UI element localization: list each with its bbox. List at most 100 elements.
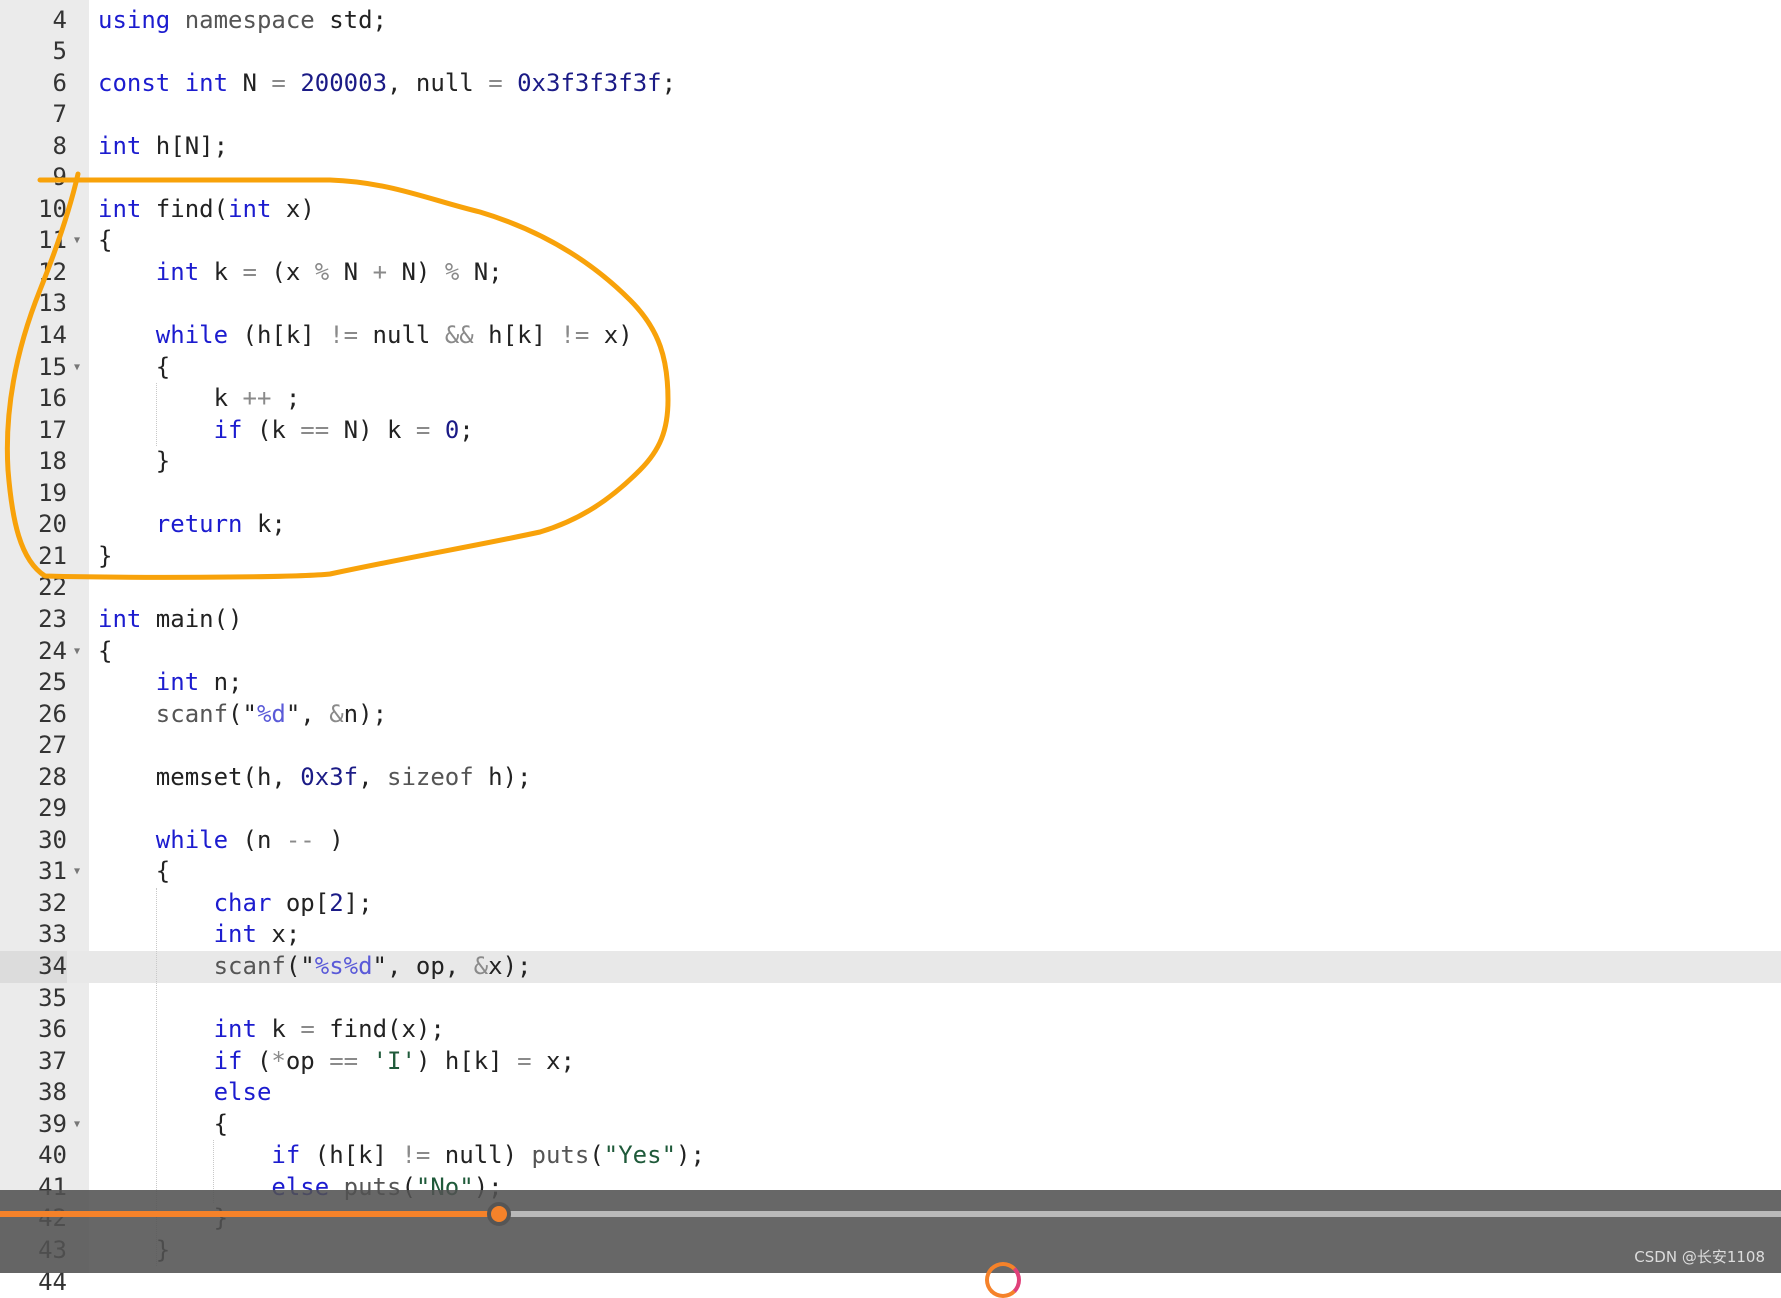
code-token: N) k bbox=[329, 416, 416, 444]
fold-arrow-icon[interactable]: ▼ bbox=[74, 856, 80, 888]
fold-arrow-icon[interactable]: ▼ bbox=[74, 1109, 80, 1141]
code-token: (" bbox=[228, 700, 257, 728]
code-line[interactable]: 11▼{ bbox=[0, 225, 1781, 257]
code-token: else bbox=[214, 1078, 272, 1106]
code-line[interactable]: 22 bbox=[0, 572, 1781, 604]
line-number: 19 bbox=[0, 478, 67, 510]
code-editor[interactable]: 4using namespace std;56 const int N = 200… bbox=[0, 0, 1781, 1273]
code-line[interactable]: 25 int n; bbox=[0, 667, 1781, 699]
code-line[interactable]: 8 int h[N]; bbox=[0, 131, 1781, 163]
code-token: ", op, bbox=[373, 952, 474, 980]
code-line[interactable]: 4using namespace std; bbox=[0, 5, 1781, 37]
code-text: int x; bbox=[98, 919, 300, 951]
code-line[interactable]: 9 bbox=[0, 162, 1781, 194]
code-line[interactable]: 12 int k = (x % N + N) % N; bbox=[0, 257, 1781, 289]
code-line[interactable]: 21} bbox=[0, 541, 1781, 573]
line-number: 39 bbox=[0, 1109, 67, 1141]
code-text: { bbox=[98, 225, 112, 257]
code-token bbox=[98, 321, 156, 349]
code-token: int bbox=[98, 132, 141, 160]
code-line[interactable]: 40 if (h[k] != null) puts("Yes"); bbox=[0, 1140, 1781, 1172]
code-line[interactable]: 14 while (h[k] != null && h[k] != x) bbox=[0, 320, 1781, 352]
line-number: 10 bbox=[0, 194, 67, 226]
code-text: else bbox=[98, 1077, 271, 1109]
code-line[interactable]: 26 scanf("%d", &n); bbox=[0, 699, 1781, 731]
code-line[interactable]: 36 int k = find(x); bbox=[0, 1014, 1781, 1046]
code-token: puts bbox=[532, 1141, 590, 1169]
code-line[interactable]: 15▼ { bbox=[0, 352, 1781, 384]
code-line[interactable]: 34 scanf("%s%d", op, &x); bbox=[0, 951, 1781, 983]
code-token: = bbox=[271, 69, 285, 97]
seek-bar-handle[interactable] bbox=[487, 1202, 511, 1226]
code-text: while (n -- ) bbox=[98, 825, 344, 857]
code-token: N bbox=[228, 69, 271, 97]
code-text: if (h[k] != null) puts("Yes"); bbox=[98, 1140, 705, 1172]
code-token bbox=[98, 258, 156, 286]
code-line[interactable]: 33 int x; bbox=[0, 919, 1781, 951]
line-number: 24 bbox=[0, 636, 67, 668]
code-line[interactable]: 13 bbox=[0, 288, 1781, 320]
code-line[interactable]: 27 bbox=[0, 730, 1781, 762]
line-number: 31 bbox=[0, 856, 67, 888]
code-line[interactable]: 17 if (k == N) k = 0; bbox=[0, 415, 1781, 447]
code-token: , null bbox=[387, 69, 488, 97]
code-token: op bbox=[286, 1047, 329, 1075]
code-line[interactable]: 20 return k; bbox=[0, 509, 1781, 541]
code-line[interactable]: 5 bbox=[0, 36, 1781, 68]
code-token: == bbox=[300, 416, 329, 444]
code-line[interactable]: 23int main() bbox=[0, 604, 1781, 636]
code-line[interactable]: 7 bbox=[0, 99, 1781, 131]
seek-bar[interactable] bbox=[0, 1211, 1781, 1217]
code-text: { bbox=[98, 1109, 228, 1141]
code-text: k ++ ; bbox=[98, 383, 300, 415]
line-number: 7 bbox=[0, 99, 67, 131]
fold-arrow-icon[interactable]: ▼ bbox=[74, 636, 80, 668]
code-line[interactable]: 38 else bbox=[0, 1077, 1781, 1109]
code-line[interactable]: 24▼{ bbox=[0, 636, 1781, 668]
code-token: ( bbox=[589, 1141, 603, 1169]
code-token: 0x3f3f3f3f bbox=[517, 69, 662, 97]
code-token: h[N]; bbox=[141, 132, 228, 160]
code-token: (" bbox=[286, 952, 315, 980]
code-line[interactable]: 10int find(int x) bbox=[0, 194, 1781, 226]
code-token: == bbox=[329, 1047, 358, 1075]
code-token: != bbox=[560, 321, 589, 349]
code-token bbox=[98, 510, 156, 538]
code-token bbox=[98, 1141, 271, 1169]
line-number: 6 bbox=[0, 68, 67, 100]
code-text: const int N = 200003, null = 0x3f3f3f3f; bbox=[98, 68, 676, 100]
line-number: 20 bbox=[0, 509, 67, 541]
line-number: 33 bbox=[0, 919, 67, 951]
code-token: (h[k] bbox=[300, 1141, 401, 1169]
code-line[interactable]: 6 const int N = 200003, null = 0x3f3f3f3f… bbox=[0, 68, 1781, 100]
code-line[interactable]: 37 if (*op == 'I') h[k] = x; bbox=[0, 1046, 1781, 1078]
code-token: = bbox=[243, 258, 257, 286]
code-line[interactable]: 32 char op[2]; bbox=[0, 888, 1781, 920]
fold-arrow-icon[interactable]: ▼ bbox=[74, 225, 80, 257]
code-token: ; bbox=[271, 384, 300, 412]
code-line[interactable]: 29 bbox=[0, 793, 1781, 825]
code-token: int bbox=[156, 668, 199, 696]
code-token: k bbox=[199, 258, 242, 286]
code-token: h[k] bbox=[474, 321, 561, 349]
code-token bbox=[170, 69, 184, 97]
code-line[interactable]: 30 while (n -- ) bbox=[0, 825, 1781, 857]
code-line[interactable]: 19 bbox=[0, 478, 1781, 510]
code-line[interactable]: 39▼ { bbox=[0, 1109, 1781, 1141]
code-token: N bbox=[329, 258, 372, 286]
code-line[interactable]: 18 } bbox=[0, 446, 1781, 478]
code-token: k bbox=[98, 384, 243, 412]
line-number: 18 bbox=[0, 446, 67, 478]
code-line[interactable]: 28 memset(h, 0x3f, sizeof h); bbox=[0, 762, 1781, 794]
line-number: 21 bbox=[0, 541, 67, 573]
code-line[interactable]: 35 bbox=[0, 983, 1781, 1015]
code-token: null bbox=[358, 321, 445, 349]
code-token: while bbox=[156, 321, 228, 349]
code-text: if (k == N) k = 0; bbox=[98, 415, 474, 447]
code-line[interactable]: 31▼ { bbox=[0, 856, 1781, 888]
fold-arrow-icon[interactable]: ▼ bbox=[74, 352, 80, 384]
code-token: x) bbox=[589, 321, 632, 349]
line-number: 8 bbox=[0, 131, 67, 163]
code-token: + bbox=[373, 258, 387, 286]
code-line[interactable]: 16 k ++ ; bbox=[0, 383, 1781, 415]
